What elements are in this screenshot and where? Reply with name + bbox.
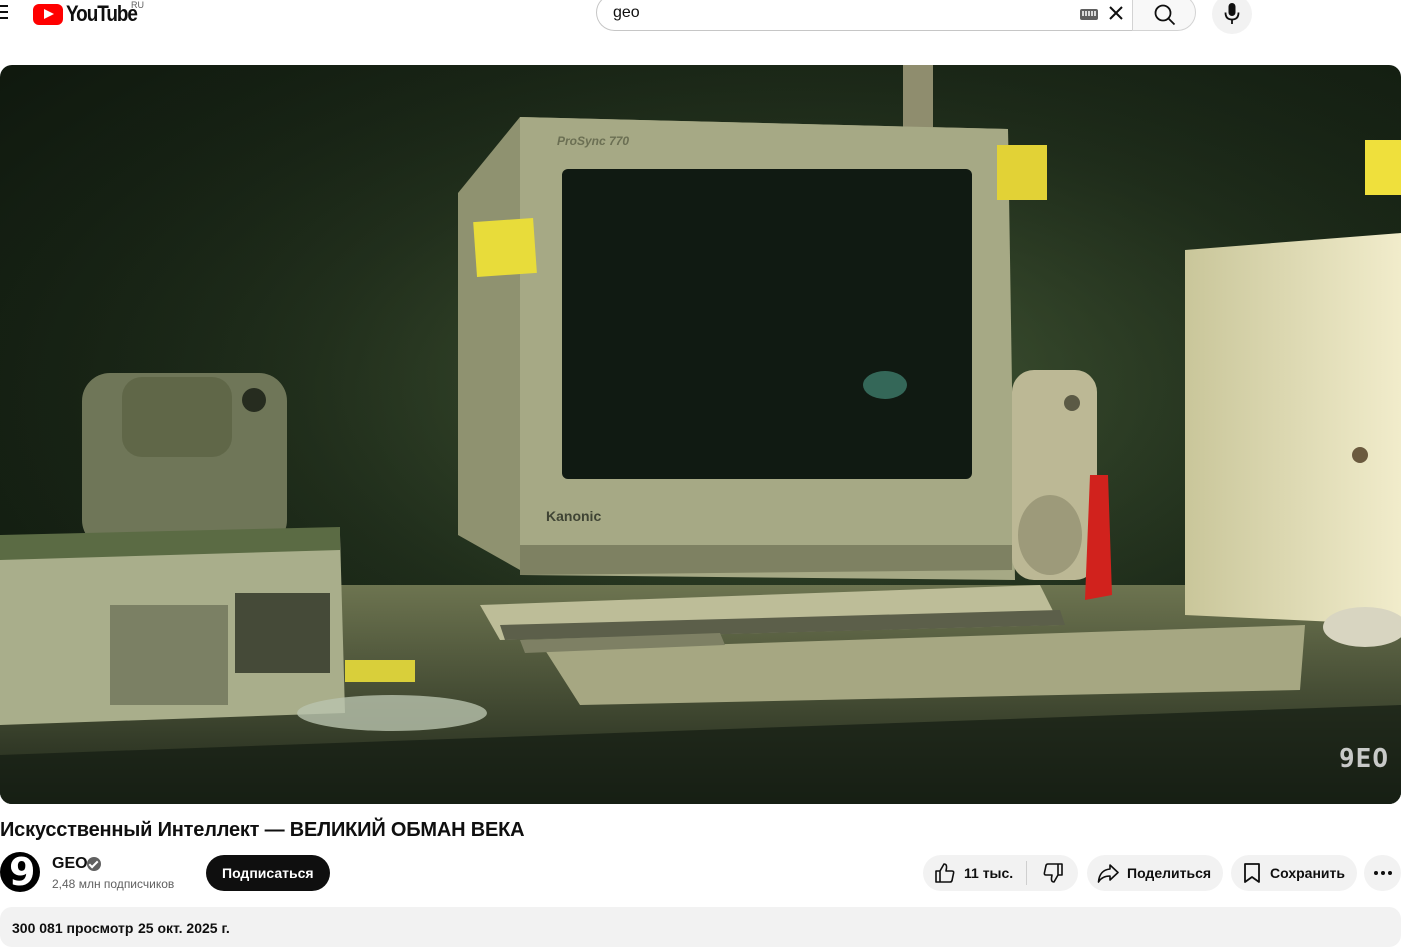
search-box — [596, 0, 1132, 31]
channel-watermark: 9EO — [1339, 744, 1389, 774]
more-horizontal-icon — [1372, 871, 1393, 875]
close-icon[interactable] — [1107, 4, 1125, 22]
more-actions-button[interactable] — [1364, 855, 1401, 891]
subscribe-button[interactable]: Подписаться — [206, 855, 330, 891]
share-label: Поделиться — [1127, 865, 1212, 881]
save-label: Сохранить — [1270, 865, 1345, 881]
dislike-button[interactable] — [1027, 855, 1078, 891]
publish-date: 25 окт. 2025 г. — [138, 920, 230, 936]
menu-icon[interactable] — [0, 5, 8, 19]
search-input[interactable] — [613, 1, 1053, 25]
share-arrow-icon — [1097, 864, 1119, 883]
like-button[interactable]: 11 тыс. — [923, 855, 1026, 891]
logo-text: YouTube — [66, 1, 138, 26]
svg-text:Kanonic: Kanonic — [546, 508, 601, 524]
like-count: 11 тыс. — [964, 865, 1014, 881]
microphone-icon — [1224, 3, 1240, 24]
video-frame: Kanonic ProSync 770 — [0, 65, 1401, 804]
keyboard-icon[interactable] — [1080, 9, 1098, 20]
channel-avatar[interactable]: 9 — [0, 852, 40, 892]
save-button[interactable]: Сохранить — [1231, 855, 1357, 891]
video-title: Искусственный Интеллект — ВЕЛИКИЙ ОБМАН … — [0, 819, 525, 841]
view-count: 300 081 просмотр — [12, 920, 134, 936]
search-button[interactable] — [1132, 0, 1196, 31]
svg-text:ProSync 770: ProSync 770 — [557, 134, 629, 148]
search-icon — [1154, 4, 1176, 26]
share-button[interactable]: Поделиться — [1087, 855, 1223, 891]
subscriber-count: 2,48 млн подписчиков — [52, 877, 175, 891]
like-dislike-group: 11 тыс. — [923, 855, 1078, 891]
thumbs-down-icon — [1043, 863, 1063, 883]
thumbs-up-icon — [935, 863, 955, 883]
description-box[interactable]: 300 081 просмотр 25 окт. 2025 г. — [0, 907, 1401, 947]
verified-check-icon — [87, 857, 101, 871]
region-code: RU — [131, 0, 144, 10]
avatar-letter: 9 — [9, 852, 36, 892]
voice-search-button[interactable] — [1212, 0, 1252, 34]
channel-name[interactable]: GEO — [52, 855, 88, 873]
bookmark-icon — [1244, 863, 1260, 883]
video-player[interactable]: Kanonic ProSync 770 9EO — [0, 65, 1401, 804]
youtube-play-icon — [33, 3, 63, 25]
